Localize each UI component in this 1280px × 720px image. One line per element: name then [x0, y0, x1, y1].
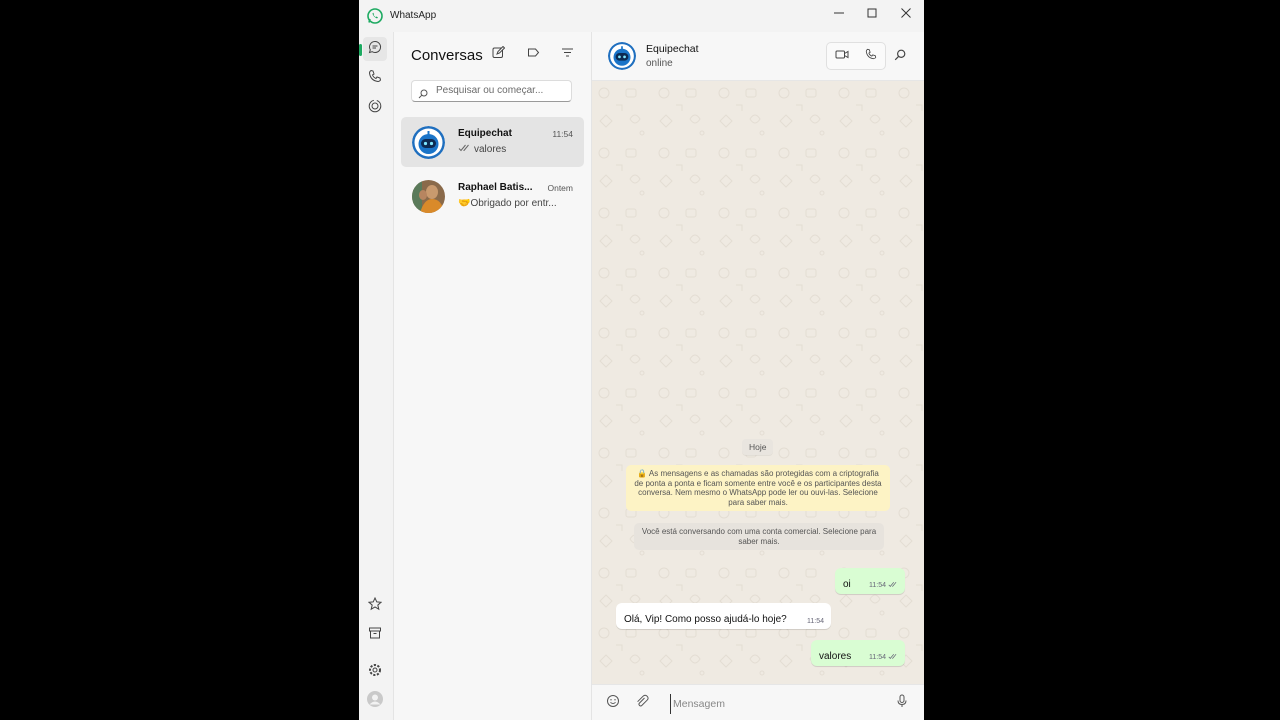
- contact-status: online: [646, 58, 673, 69]
- title-bar: WhatsApp: [359, 0, 924, 32]
- message-bubble-in[interactable]: Olá, Vip! Como posso ajudá-lo hoje? 11:5…: [616, 603, 831, 629]
- search-icon: [418, 86, 428, 104]
- contact-name: Equipechat: [646, 43, 699, 55]
- whatsapp-logo-icon: [367, 8, 383, 24]
- video-call-button[interactable]: [827, 43, 856, 69]
- filter-button[interactable]: [559, 47, 575, 63]
- phone-icon: [865, 47, 877, 65]
- chats-button[interactable]: [363, 37, 387, 61]
- chat-preview: valores: [458, 144, 506, 155]
- calls-button[interactable]: [363, 66, 387, 90]
- encryption-notice[interactable]: 🔒 As mensagens e as chamadas são protegi…: [626, 465, 890, 511]
- message-meta: 11:54: [869, 653, 898, 662]
- new-chat-button[interactable]: [490, 45, 506, 64]
- emoji-button[interactable]: [604, 694, 622, 712]
- paperclip-icon: [635, 694, 649, 713]
- chats-icon: [368, 40, 382, 59]
- chat-time: 11:54: [552, 129, 573, 139]
- message-time: 11:54: [807, 618, 824, 625]
- voice-message-button[interactable]: [893, 694, 911, 712]
- conversation-header[interactable]: Equipechat online: [592, 32, 924, 81]
- status-button[interactable]: [363, 96, 387, 120]
- label-icon: [527, 46, 540, 64]
- search-input[interactable]: [434, 84, 568, 97]
- conversation-search-button[interactable]: [894, 48, 906, 66]
- search-icon: [894, 48, 906, 65]
- chat-preview-text: 🤝Obrigado por entr...: [458, 198, 557, 209]
- double-check-icon: [458, 144, 471, 155]
- business-account-notice[interactable]: Você está conversando com uma conta come…: [634, 523, 884, 550]
- minimize-icon: [834, 5, 844, 23]
- chat-list-pane: Conversas Equipechat 11:54 valores: [394, 32, 592, 720]
- starred-icon: [367, 596, 383, 616]
- attach-button[interactable]: [633, 694, 651, 712]
- profile-button[interactable]: [363, 689, 387, 713]
- chat-preview: 🤝Obrigado por entr...: [458, 198, 557, 209]
- message-time: 11:54: [869, 582, 886, 589]
- message-composer: [592, 684, 924, 720]
- chat-item-raphael[interactable]: Raphael Batis... Ontem 🤝Obrigado por ent…: [401, 171, 584, 221]
- window-title: WhatsApp: [390, 10, 437, 21]
- message-meta: 11:54: [807, 618, 824, 625]
- profile-avatar: [367, 690, 383, 712]
- message-text: Olá, Vip! Como posso ajudá-lo hoje?: [624, 614, 787, 625]
- close-button[interactable]: [889, 0, 923, 28]
- message-bubble-out[interactable]: oi 11:54: [835, 568, 905, 594]
- chat-name: Equipechat: [458, 128, 512, 139]
- message-bubble-out[interactable]: valores 11:54: [811, 640, 905, 666]
- calls-icon: [368, 69, 382, 88]
- maximize-button[interactable]: [855, 0, 889, 28]
- chat-item-equipechat[interactable]: Equipechat 11:54 valores: [401, 117, 584, 167]
- avatar: [412, 126, 445, 159]
- message-text: valores: [819, 651, 852, 662]
- close-icon: [901, 5, 911, 23]
- voice-call-button[interactable]: [856, 43, 885, 69]
- message-time: 11:54: [869, 654, 886, 661]
- message-area[interactable]: Hoje 🔒 As mensagens e as chamadas são pr…: [592, 81, 924, 684]
- date-chip: Hoje: [742, 439, 774, 455]
- active-indicator: [359, 44, 362, 56]
- chat-name: Raphael Batis...: [458, 182, 533, 193]
- maximize-icon: [867, 5, 877, 23]
- conversation-pane: Equipechat online Hoje 🔒 As mensagens e …: [592, 32, 924, 720]
- message-meta: 11:54: [869, 581, 898, 590]
- new-chat-icon: [492, 45, 505, 64]
- navigation-rail: [359, 32, 394, 720]
- contact-avatar[interactable]: [608, 42, 636, 70]
- double-check-icon: [888, 653, 898, 662]
- whatsapp-window: WhatsApp Conversas Pesquisar ou começar.…: [359, 0, 924, 720]
- emoji-icon: [606, 694, 620, 713]
- video-camera-icon: [835, 47, 849, 65]
- call-buttons-group: [826, 42, 886, 70]
- double-check-icon: [888, 581, 898, 590]
- starred-button[interactable]: [363, 594, 387, 618]
- chat-time: Ontem: [547, 183, 573, 193]
- filter-icon: [561, 46, 574, 64]
- avatar: [412, 180, 445, 213]
- message-text: oi: [843, 579, 851, 590]
- labels-button[interactable]: [525, 47, 541, 63]
- settings-icon: [368, 663, 382, 682]
- microphone-icon: [896, 694, 908, 713]
- settings-button[interactable]: [363, 660, 387, 684]
- archive-icon: [368, 626, 382, 645]
- search-box[interactable]: [411, 80, 572, 102]
- message-input[interactable]: [670, 694, 895, 714]
- archive-button[interactable]: [363, 623, 387, 647]
- status-icon: [368, 99, 382, 118]
- minimize-button[interactable]: [822, 0, 856, 28]
- chat-preview-text: valores: [474, 144, 507, 155]
- chat-list-title: Conversas: [411, 47, 483, 64]
